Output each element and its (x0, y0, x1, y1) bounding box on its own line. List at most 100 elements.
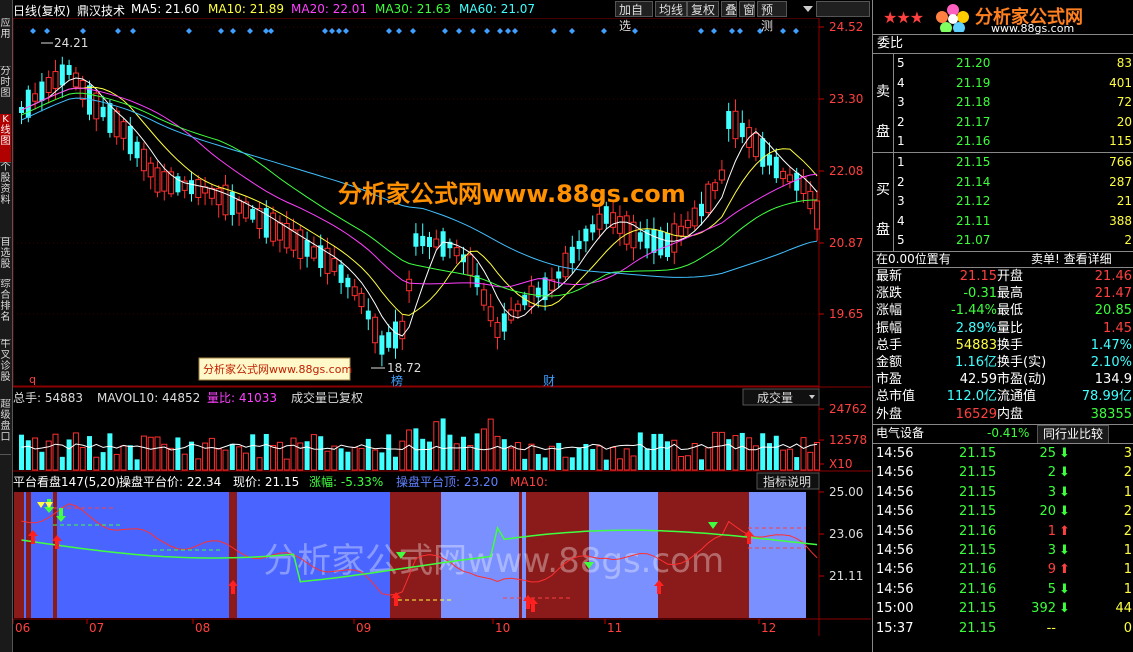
candle (786, 166, 793, 189)
buy-volume: 766 (1109, 155, 1132, 169)
volume-bar (120, 445, 127, 471)
price-axis-label: 23.30 (829, 92, 863, 106)
signal-diamond-icon (729, 28, 735, 34)
sidebar-tab[interactable]: 分时图 (0, 66, 11, 115)
sell-price: 21.19 (956, 75, 991, 90)
volume-bar (25, 440, 31, 470)
industry-name[interactable]: 电气设备 (876, 425, 924, 442)
stat-label: 振幅 (876, 320, 903, 336)
volume-bar (324, 450, 331, 471)
buy-row[interactable]: 1 21.15 766 (894, 153, 1133, 171)
stat-label: 涨幅 (876, 303, 903, 319)
volume-bar (461, 436, 466, 470)
candle (665, 222, 670, 261)
sell-row[interactable]: 2 21.17 20 (894, 113, 1133, 131)
candle (800, 168, 807, 203)
volume-bar (127, 445, 133, 470)
sidebar-tab[interactable]: K线图 (0, 114, 11, 163)
signal-diamond-icon (711, 28, 717, 34)
level-number: 1 (897, 155, 905, 169)
chart-canvas[interactable]: 24.52 23.30 22.08 20.87 19.65 24.21 18.72 q 榜 财 分析… (13, 0, 871, 652)
sidebar-tab[interactable]: 自选股 (0, 237, 11, 280)
volume-bar (79, 447, 86, 471)
signal-diamond-icon (230, 28, 236, 34)
toolbar-button[interactable]: 窗 (739, 1, 755, 17)
stat-label: 最高 (997, 286, 1024, 302)
stat-label: 内盘 (997, 406, 1024, 422)
stat-value: -1.44% (951, 303, 997, 319)
sidebar-tab[interactable]: 个股资料 (0, 162, 11, 238)
volume-bar (283, 458, 290, 471)
industry-change: -0.41% (987, 426, 1030, 440)
buy-row[interactable]: 2 21.14 287 (894, 173, 1133, 191)
sidebar-tab[interactable]: 综合排名 (0, 279, 11, 340)
buy-row[interactable]: 5 21.07 2 (894, 231, 1133, 249)
tick-price: 21.15 (959, 543, 997, 558)
volume-ratio: 量比: 41033 (207, 391, 277, 405)
stat-row: 金额 1.16亿 换手(实) 2.10% (873, 354, 1133, 371)
industry-compare-button[interactable]: 同行业比较 (1037, 425, 1109, 444)
date-label: 11 (607, 621, 622, 635)
candle (406, 270, 413, 303)
volume-bar (732, 435, 739, 471)
volume-bar (760, 433, 766, 470)
period-label[interactable]: 日线(复权) (13, 2, 70, 19)
price-axis-label: 19.65 (829, 307, 863, 321)
sidebar-tab[interactable]: 应用 (0, 18, 11, 67)
volume-bar (93, 456, 100, 471)
candle (684, 211, 691, 236)
indicator-axis-label: 21.11 (829, 569, 863, 583)
sell-row[interactable]: 5 21.20 83 (894, 54, 1133, 72)
level-number: 3 (897, 194, 905, 208)
toolbar-button[interactable]: 叠 (721, 1, 737, 17)
toolbar-button[interactable]: 预测 (757, 1, 787, 33)
volume-bar (487, 418, 494, 471)
up-arrow-icon: ⬆ (1059, 562, 1070, 578)
signal-diamond-icon (410, 28, 416, 34)
sidebar-tab[interactable]: 超级盘口 (0, 399, 11, 455)
view-details-link[interactable]: 卖单! 查看详细 (1031, 251, 1112, 267)
volume-bar (590, 448, 596, 470)
indicator-axis-label: 25.00 (829, 485, 863, 499)
volume-bar (263, 433, 269, 470)
volume-axis-label: 12578 (829, 433, 867, 447)
volume-bar (113, 453, 120, 471)
sell-row[interactable]: 3 21.18 72 (894, 93, 1133, 111)
volume-bar (107, 433, 113, 470)
candle (120, 117, 127, 151)
volume-bar (222, 449, 229, 471)
buy-row[interactable]: 3 21.12 21 (894, 192, 1133, 210)
tick-time: 15:37 (876, 620, 914, 636)
section-divider (873, 251, 1133, 252)
stat-label: 换手(实) (997, 355, 1047, 370)
volume-bar (447, 434, 453, 470)
buy-volume: 2 (1124, 233, 1132, 247)
buy-price: 21.07 (956, 233, 991, 247)
signal-diamond-icon (484, 28, 490, 34)
volume-bar (542, 457, 548, 470)
volume-bar (45, 440, 52, 471)
volume-axis-label: 24762 (829, 402, 867, 416)
candle (433, 229, 440, 251)
volume-bar (318, 436, 324, 470)
toolbar-button[interactable]: 复权 (687, 1, 719, 17)
sidebar-tab[interactable]: 牛叉诊股 (0, 339, 11, 400)
dropdown-arrow-icon[interactable] (803, 6, 813, 12)
date-label: 09 (356, 621, 371, 635)
sell-row[interactable]: 1 21.16 115 (894, 132, 1133, 150)
tick-row: 14:56 21.16 5 ⬇ 1 (873, 581, 1133, 599)
volume-bar (338, 448, 344, 470)
volume-bar (800, 437, 807, 471)
volume-bar (556, 442, 562, 470)
toolbar-button[interactable]: 加自选 (615, 1, 653, 33)
toolbar-button[interactable]: 均线 (655, 1, 687, 17)
volume-bar (678, 455, 685, 471)
candle (718, 159, 725, 184)
sell-price: 21.18 (956, 95, 991, 109)
buy-row[interactable]: 4 21.11 388 (894, 212, 1133, 230)
scroll-bar[interactable] (816, 1, 870, 17)
watermark-main: 分析家公式网www.88gs.com (338, 180, 686, 208)
sell-row[interactable]: 4 21.19 401 (894, 74, 1133, 92)
up-arrow-icon: ⬆ (1059, 523, 1070, 539)
section-divider (873, 267, 1133, 268)
